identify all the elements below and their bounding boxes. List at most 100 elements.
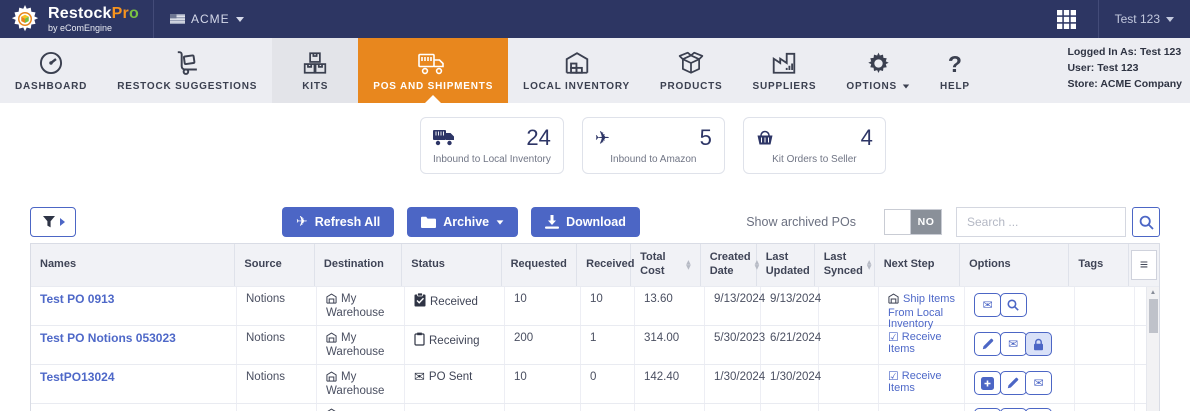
grid-icon	[1057, 10, 1076, 29]
warehouse-icon	[326, 371, 337, 385]
stat-label: Inbound to Amazon	[595, 154, 712, 165]
filter-button[interactable]	[30, 207, 76, 237]
plane-icon: ✈	[595, 128, 610, 149]
add-button[interactable]	[974, 371, 1001, 395]
factory-icon	[771, 50, 797, 76]
basket-icon	[756, 130, 774, 146]
nav-help[interactable]: ? HELP	[925, 38, 985, 103]
magnifier-icon	[1139, 215, 1154, 230]
email-button[interactable]: ✉	[1000, 332, 1027, 356]
col-source[interactable]: Source	[235, 244, 314, 286]
toggle-state: NO	[911, 210, 941, 234]
archive-button[interactable]: Archive	[407, 207, 518, 237]
table-row: TestPO13024 Notions My Warehouse ✉PO Sen…	[31, 364, 1159, 403]
chevron-down-icon	[903, 84, 909, 88]
card-kit-orders[interactable]: 4 Kit Orders to Seller	[743, 117, 886, 174]
col-next-step[interactable]: Next Step	[875, 244, 960, 286]
sort-icon: ▲▼	[686, 260, 691, 270]
nav-dashboard[interactable]: DASHBOARD	[0, 38, 102, 103]
col-options[interactable]: Options	[960, 244, 1069, 286]
nav-suppliers[interactable]: SUPPLIERS	[738, 38, 832, 103]
edit-button[interactable]	[974, 332, 1001, 356]
col-names[interactable]: Names	[31, 244, 235, 286]
pencil-icon	[1007, 377, 1019, 389]
column-menu-button[interactable]: ≡	[1131, 250, 1157, 280]
brand-text: RestockPro by eComEngine	[48, 6, 139, 33]
magnifier-icon	[1007, 299, 1019, 311]
nav-options[interactable]: OPTIONS	[831, 38, 925, 103]
chevron-down-icon	[497, 220, 504, 224]
col-destination[interactable]: Destination	[315, 244, 402, 286]
col-last-synced[interactable]: Last Synced▲▼	[815, 244, 875, 286]
col-requested[interactable]: Requested	[502, 244, 578, 286]
envelope-icon: ✉	[414, 370, 425, 385]
col-received[interactable]: Received	[577, 244, 631, 286]
po-table: Names Source Destination Status Requeste…	[30, 243, 1160, 411]
scroll-up-arrow-icon[interactable]: ▲	[1147, 287, 1159, 298]
destination-cell: My Warehouse	[317, 365, 405, 403]
source-cell: Notions	[237, 365, 317, 403]
apps-grid-button[interactable]	[1035, 0, 1098, 38]
user-menu[interactable]: Test 123	[1099, 12, 1190, 26]
main-nav: DASHBOARD RESTOCK SUGGESTIONS KITS POS A…	[0, 38, 1190, 103]
app-logo: RestockPro by eComEngine	[0, 0, 154, 38]
gear-logo-icon	[10, 4, 40, 34]
boxes-icon	[302, 50, 328, 76]
col-status[interactable]: Status	[402, 244, 501, 286]
show-archived-toggle[interactable]: NO	[884, 209, 942, 235]
nav-kits[interactable]: KITS	[272, 38, 358, 103]
plane-icon: ✈	[296, 214, 308, 230]
account-switcher[interactable]: ACME	[154, 12, 260, 26]
flag-icon	[170, 14, 185, 24]
stat-label: Inbound to Local Inventory	[433, 154, 551, 165]
nav-restock-suggestions[interactable]: RESTOCK SUGGESTIONS	[102, 38, 272, 103]
open-box-icon	[678, 50, 704, 76]
download-button[interactable]: Download	[531, 207, 640, 237]
edit-button[interactable]	[1000, 371, 1027, 395]
login-info: Logged In As: Test 123 User: Test 123 St…	[1067, 45, 1182, 92]
plus-square-icon	[981, 377, 994, 390]
download-icon	[545, 215, 559, 229]
col-tags[interactable]: Tags	[1069, 244, 1129, 286]
chevron-down-icon	[1166, 17, 1174, 22]
summary-cards: 24 Inbound to Local Inventory ✈ 5 Inboun…	[420, 117, 1190, 174]
source-cell: Notions	[237, 287, 317, 325]
envelope-icon: ✉	[1008, 338, 1018, 350]
col-menu: ≡	[1129, 244, 1159, 286]
col-total-cost[interactable]: Total Cost▲▼	[631, 244, 701, 286]
stat-value: 4	[861, 125, 873, 151]
table-scrollbar[interactable]: ▲	[1146, 287, 1159, 411]
col-last-updated[interactable]: Last Updated	[757, 244, 815, 286]
top-bar: RestockPro by eComEngine ACME Test 123	[0, 0, 1190, 38]
view-button[interactable]	[1000, 293, 1027, 317]
expand-arrow-icon	[60, 218, 65, 226]
tags-cell	[1075, 365, 1135, 403]
nav-pos-and-shipments[interactable]: POS AND SHIPMENTS	[358, 38, 508, 103]
nav-local-inventory[interactable]: LOCAL INVENTORY	[508, 38, 645, 103]
stat-value: 24	[526, 125, 550, 151]
stat-label: Kit Orders to Seller	[756, 154, 873, 165]
scrollbar-thumb[interactable]	[1149, 299, 1158, 333]
po-name-link[interactable]: Test PO 0913	[40, 292, 114, 306]
destination-cell: My Warehouse	[317, 287, 405, 325]
refresh-all-button[interactable]: ✈ Refresh All	[282, 207, 394, 237]
nav-products[interactable]: PRODUCTS	[645, 38, 738, 103]
gear-icon	[866, 50, 891, 76]
email-button[interactable]: ✉	[1025, 371, 1052, 395]
card-inbound-amazon[interactable]: ✈ 5 Inbound to Amazon	[582, 117, 725, 174]
po-name-link[interactable]: TestPO13024	[40, 370, 115, 384]
dashboard-icon	[38, 50, 64, 76]
search-input[interactable]	[956, 207, 1126, 237]
card-inbound-local[interactable]: 24 Inbound to Local Inventory	[420, 117, 564, 174]
warehouse-icon	[888, 293, 899, 308]
lock-button[interactable]	[1025, 332, 1052, 356]
envelope-icon: ✉	[1033, 377, 1043, 389]
active-tab-notch	[425, 95, 441, 103]
envelope-icon: ✉	[982, 299, 992, 311]
truck-icon	[418, 50, 448, 76]
po-name-link[interactable]: Test PO Notions 053023	[40, 331, 176, 345]
col-created-date[interactable]: Created Date▲▼	[701, 244, 757, 286]
po-toolbar: ✈ Refresh All Archive Download Show arch…	[30, 207, 1160, 237]
email-button[interactable]: ✉	[974, 293, 1001, 317]
search-button[interactable]	[1132, 207, 1160, 237]
